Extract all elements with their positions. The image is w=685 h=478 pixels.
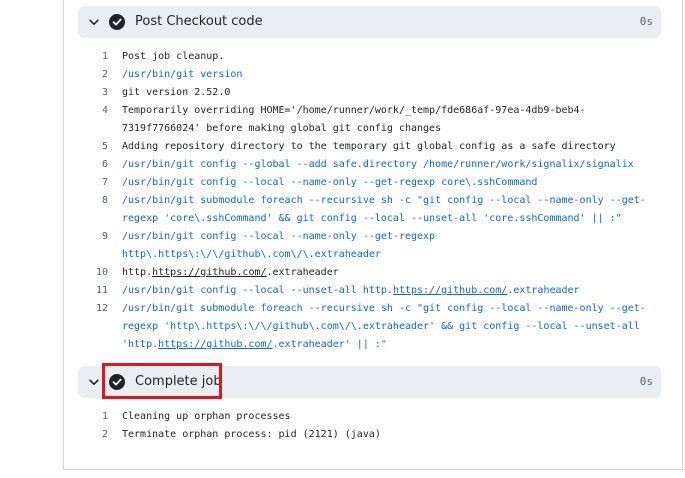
line-number[interactable]: 4: [78, 102, 122, 120]
log-text: /usr/bin/git submodule foreach --recursi…: [122, 303, 646, 314]
log-text-suffix: .extraheader: [266, 267, 339, 278]
step-duration: 0s: [639, 15, 653, 28]
step-header-post-checkout[interactable]: Post Checkout code 0s: [78, 6, 661, 38]
line-number[interactable]: [78, 120, 122, 138]
line-number[interactable]: 10: [78, 264, 122, 282]
log-text: /usr/bin/git version: [122, 69, 243, 80]
log-line: http\.https\:\/\/github\.com\/\.extrahea…: [78, 246, 668, 264]
highlight-box: [102, 363, 222, 399]
line-number[interactable]: [78, 336, 122, 354]
log-line: 10 http.https://github.com/.extraheader: [78, 264, 668, 282]
log-text: 'http.https://github.com/.extraheader' |…: [122, 336, 652, 354]
log-line: 2 Terminate orphan process: pid (2121) (j…: [78, 426, 668, 444]
log-link[interactable]: https://github.com/: [393, 285, 507, 296]
log-line: 1 Cleaning up orphan processes: [78, 408, 668, 426]
log-text: Adding repository directory to the tempo…: [122, 141, 616, 152]
log-line: 1 Post job cleanup.: [78, 48, 668, 66]
log-line: 11/usr/bin/git config --local --unset-al…: [78, 282, 668, 300]
log-text: /usr/bin/git config --local --unset-all …: [122, 282, 652, 300]
log-text: /usr/bin/git submodule foreach --recursi…: [122, 195, 646, 206]
line-number[interactable]: 1: [78, 48, 122, 66]
log-text: 7319f7766024' before making global git c…: [122, 123, 442, 134]
line-number[interactable]: 12: [78, 300, 122, 318]
log-text: http.https://github.com/.extraheader: [122, 264, 652, 282]
log-line: 7319f7766024' before making global git c…: [78, 120, 668, 138]
line-number[interactable]: 5: [78, 138, 122, 156]
log-line: 4 Temporarily overriding HOME='/home/runn…: [78, 102, 668, 120]
line-number[interactable]: 11: [78, 282, 122, 300]
log-text-suffix: .extraheader: [507, 285, 580, 296]
step-title: Post Checkout code: [135, 14, 263, 29]
log-line: 6/usr/bin/git config --global --add safe…: [78, 156, 668, 174]
log-line: 7/usr/bin/git config --local --name-only…: [78, 174, 668, 192]
line-number[interactable]: [78, 246, 122, 264]
log-text: /usr/bin/git config --local --name-only …: [122, 177, 538, 188]
log-line: regexp 'core\.sshCommand' && git config …: [78, 210, 668, 228]
log-link[interactable]: https://github.com/: [158, 339, 272, 350]
log-text-suffix: .extraheader' || :": [272, 339, 387, 350]
step-duration: 0s: [639, 375, 653, 388]
chevron-down-icon[interactable]: [87, 375, 101, 389]
check-circle-icon: [109, 14, 125, 30]
log-text: http\.https\:\/\/github\.com\/\.extrahea…: [122, 249, 381, 260]
line-number[interactable]: 2: [78, 66, 122, 84]
line-number[interactable]: 2: [78, 426, 122, 444]
log-text: Terminate orphan process: pid (2121) (ja…: [122, 429, 381, 440]
line-number[interactable]: 7: [78, 174, 122, 192]
line-number[interactable]: [78, 318, 122, 336]
log-text: git version 2.52.0: [122, 87, 231, 98]
chevron-down-icon[interactable]: [87, 15, 101, 29]
log-line: 5 Adding repository directory to the temp…: [78, 138, 668, 156]
log-text-prefix: /usr/bin/git config --local --unset-all …: [122, 285, 393, 296]
step-log-post-checkout: 1 Post job cleanup. 2/usr/bin/git version 3…: [78, 48, 668, 354]
log-text: /usr/bin/git config --local --name-only …: [122, 231, 436, 242]
log-text: regexp 'http\.https\:\/\/github\.com\/\.…: [122, 321, 640, 332]
line-number[interactable]: [78, 210, 122, 228]
log-line: regexp 'http\.https\:\/\/github\.com\/\.…: [78, 318, 668, 336]
log-text-prefix: 'http.: [122, 339, 159, 350]
line-number[interactable]: 8: [78, 192, 122, 210]
log-line: 12/usr/bin/git submodule foreach --recur…: [78, 300, 668, 318]
log-line: 'http.https://github.com/.extraheader' |…: [78, 336, 668, 354]
log-text: Temporarily overriding HOME='/home/runne…: [122, 105, 586, 116]
log-line: 8/usr/bin/git submodule foreach --recurs…: [78, 192, 668, 210]
log-line: 9/usr/bin/git config --local --name-only…: [78, 228, 668, 246]
line-number[interactable]: 1: [78, 408, 122, 426]
line-number[interactable]: 6: [78, 156, 122, 174]
log-text: Cleaning up orphan processes: [122, 411, 291, 422]
log-line: 3 git version 2.52.0: [78, 84, 668, 102]
log-text: regexp 'core\.sshCommand' && git config …: [122, 213, 622, 224]
log-link[interactable]: https://github.com/: [152, 267, 266, 278]
log-text: /usr/bin/git config --global --add safe.…: [122, 159, 634, 170]
line-number[interactable]: 9: [78, 228, 122, 246]
log-text-prefix: http.: [122, 267, 153, 278]
log-line: 2/usr/bin/git version: [78, 66, 668, 84]
step-log-complete-job: 1 Cleaning up orphan processes 2 Terminate …: [78, 408, 668, 444]
line-number[interactable]: 3: [78, 84, 122, 102]
log-text: Post job cleanup.: [122, 51, 225, 62]
